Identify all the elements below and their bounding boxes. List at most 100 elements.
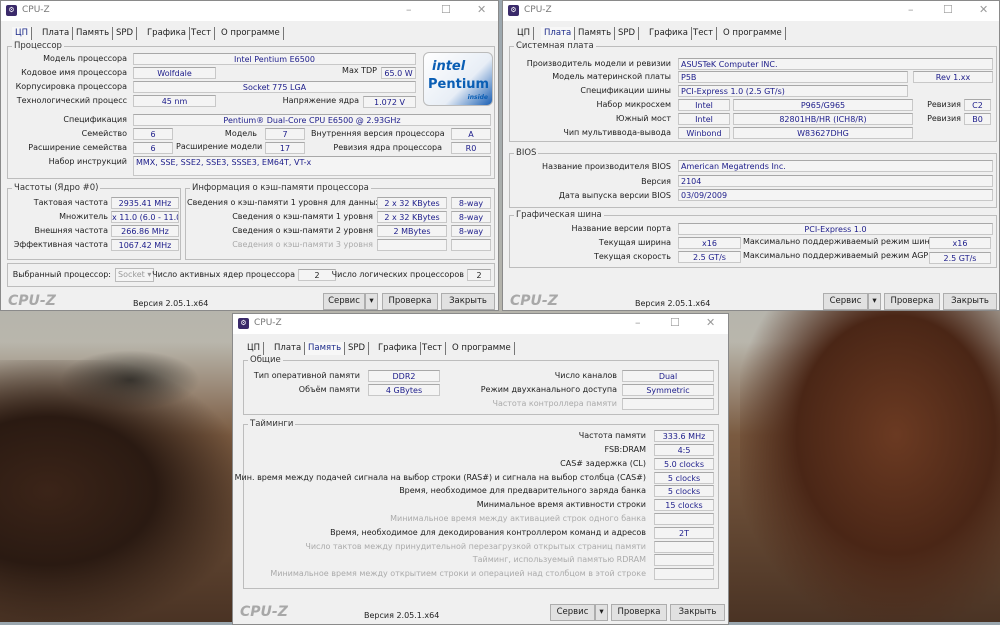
tab-memory[interactable]: Память (575, 27, 616, 40)
ras-precharge-field: 5 clocks (654, 485, 714, 497)
board-revision-field: Rev 1.xx (913, 71, 993, 83)
tab-mainboard[interactable]: Плата (271, 342, 306, 355)
l1i-way-field: 8-way (451, 211, 491, 223)
package-field: Socket 775 LGA (133, 81, 416, 93)
max-width-field: x16 (929, 237, 991, 249)
label: Текущая ширина (598, 238, 671, 247)
window-title: CPU-Z (22, 5, 50, 15)
tab-cpu[interactable]: ЦП (12, 27, 32, 40)
label: Ревизия (927, 100, 961, 109)
core-speed-field: 2935.41 MHz (111, 197, 179, 209)
label: Сведения о кэш-памяти 1 уровня (232, 212, 373, 221)
title-bar[interactable]: ⚙ CPU-Z – ☐ ✕ (503, 1, 999, 21)
label: Объём памяти (298, 385, 360, 394)
label: Минимальное время между открытием строки… (270, 569, 646, 578)
app-icon: ⚙ (238, 318, 249, 329)
tools-dropdown-arrow-icon[interactable]: ▾ (595, 604, 608, 621)
tdp-field: 65.0 W (381, 67, 416, 79)
label: Ревизия (927, 114, 961, 123)
chipset-revision-field: C2 (964, 99, 991, 111)
bios-brand-field: American Megatrends Inc. (678, 160, 993, 172)
label: Внутренняя версия процессора (311, 129, 445, 138)
fsb-dram-field: 4:5 (654, 444, 714, 456)
close-window-button[interactable]: ✕ (477, 3, 486, 16)
tools-dropdown-arrow-icon[interactable]: ▾ (868, 293, 881, 310)
label: Число тактов между принудительной переза… (305, 542, 646, 551)
cpuz-logo: CPU-Z (240, 604, 288, 620)
minimize-button[interactable]: – (406, 3, 412, 16)
maximize-button[interactable]: ☐ (441, 3, 451, 16)
tab-about[interactable]: О программе (449, 342, 515, 355)
close-window-button[interactable]: ✕ (706, 316, 715, 329)
tab-graphics[interactable]: Графика (375, 342, 421, 355)
group-title: Системная плата (514, 41, 596, 51)
intel-pentium-logo: intel Pentium inside (423, 52, 493, 106)
tools-button[interactable]: Сервис (823, 293, 868, 310)
close-window-button[interactable]: ✕ (979, 3, 988, 16)
tools-button[interactable]: Сервис (323, 293, 365, 310)
channels-field: Dual (622, 370, 714, 382)
tab-mainboard[interactable]: Плата (39, 27, 74, 40)
family-field: 6 (133, 128, 173, 140)
label: Набор микросхем (596, 100, 672, 109)
chipset-vendor-field: Intel (678, 99, 730, 111)
label: Выбранный процессор: (12, 270, 111, 279)
cpuz-window-cpu: ⚙ CPU-Z – ☐ ✕ ЦП Плата Память SPD График… (0, 0, 499, 311)
tab-about[interactable]: О программе (720, 27, 786, 40)
group-title: Частоты (Ядро #0) (12, 183, 101, 193)
tab-spd[interactable]: SPD (113, 27, 138, 40)
validate-button[interactable]: Проверка (382, 293, 438, 310)
title-bar[interactable]: ⚙ CPU-Z – ☐ ✕ (1, 1, 498, 21)
tab-bench[interactable]: Тест (690, 27, 718, 40)
label: Частота памяти (578, 431, 646, 440)
tab-spd[interactable]: SPD (615, 27, 640, 40)
close-button[interactable]: Закрыть (670, 604, 725, 621)
label: Дата выпуска версии BIOS (558, 191, 671, 200)
label: Внешняя частота (34, 226, 108, 235)
technology-field: 45 nm (133, 95, 216, 107)
label: Технологический процесс (16, 96, 127, 105)
close-button[interactable]: Закрыть (441, 293, 495, 310)
multiplier-field: x 11.0 (6.0 - 11.0) (111, 211, 179, 223)
l1d-size-field: 2 x 32 KBytes (377, 197, 447, 209)
cpuz-window-mainboard: ⚙ CPU-Z – ☐ ✕ ЦП Плата Память SPD График… (502, 0, 1000, 311)
cpuz-logo: CPU-Z (510, 293, 558, 309)
manufacturer-field: ASUSTeK Computer INC. (678, 58, 993, 70)
maximize-button[interactable]: ☐ (943, 3, 953, 16)
l1d-way-field: 8-way (451, 197, 491, 209)
tab-memory[interactable]: Память (305, 342, 346, 355)
tab-cpu[interactable]: ЦП (514, 27, 534, 40)
tab-bench[interactable]: Тест (419, 342, 447, 355)
dram-frequency-field: 333.6 MHz (654, 430, 714, 442)
tab-graphics[interactable]: Графика (144, 27, 190, 40)
tab-about[interactable]: О программе (218, 27, 284, 40)
close-button[interactable]: Закрыть (943, 293, 997, 310)
cpu-name-field: Intel Pentium E6500 (133, 53, 416, 65)
label: Версия (641, 177, 671, 186)
maximize-button[interactable]: ☐ (670, 316, 680, 329)
label: CAS# задержка (CL) (560, 459, 646, 468)
cpuz-logo: CPU-Z (8, 293, 56, 309)
tab-memory[interactable]: Память (73, 27, 114, 40)
tab-bench[interactable]: Тест (188, 27, 216, 40)
bios-date-field: 03/09/2009 (678, 189, 993, 201)
link-width-field: x16 (678, 237, 741, 249)
minimize-button[interactable]: – (635, 316, 641, 329)
tab-cpu[interactable]: ЦП (244, 342, 264, 355)
memory-type-field: DDR2 (368, 370, 440, 382)
label: Тактовая частота (33, 198, 108, 207)
title-bar[interactable]: ⚙ CPU-Z – ☐ ✕ (233, 314, 728, 334)
tab-spd[interactable]: SPD (345, 342, 370, 355)
instructions-field: MMX, SSE, SSE2, SSE3, SSSE3, EM64T, VT-x (133, 156, 491, 176)
tools-dropdown-arrow-icon[interactable]: ▾ (365, 293, 378, 310)
validate-button[interactable]: Проверка (884, 293, 940, 310)
processor-select[interactable]: Socket ▾ (115, 268, 154, 282)
tab-mainboard[interactable]: Плата (541, 27, 576, 40)
tab-graphics[interactable]: Графика (646, 27, 692, 40)
validate-button[interactable]: Проверка (611, 604, 667, 621)
ext-family-field: 6 (133, 142, 173, 154)
tools-button[interactable]: Сервис (550, 604, 595, 621)
lpcio-field: W83627DHG (733, 127, 913, 139)
l2-way-field: 8-way (451, 225, 491, 237)
minimize-button[interactable]: – (908, 3, 914, 16)
